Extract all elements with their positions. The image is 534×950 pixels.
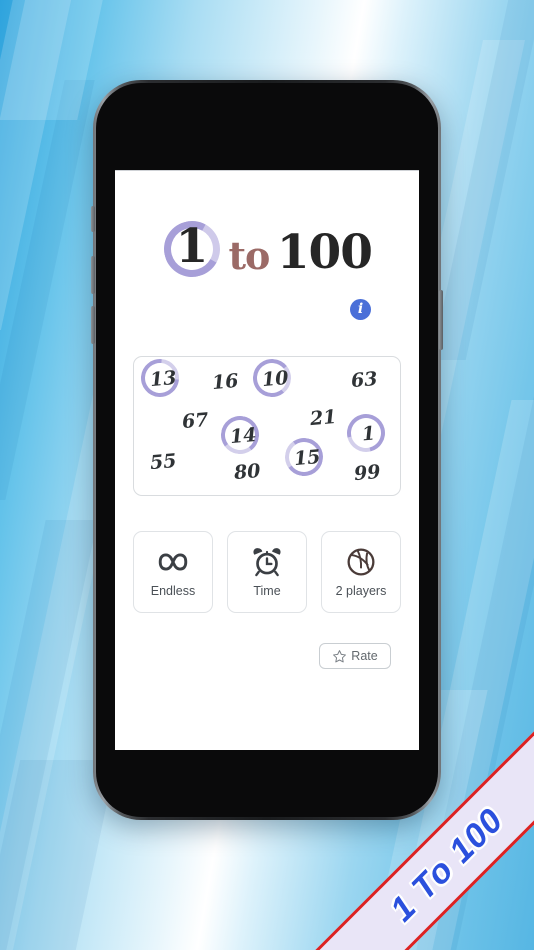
logo-area: 1 to 100 i — [115, 171, 419, 320]
info-icon[interactable]: i — [350, 299, 371, 320]
number-tile[interactable]: 63 — [350, 368, 378, 392]
number-tile[interactable]: 1 — [361, 422, 376, 445]
number-tile[interactable]: 14 — [229, 424, 257, 448]
logo-one-group: 1 — [157, 214, 227, 284]
endless-mode-label: Endless — [150, 583, 196, 598]
number-tile[interactable]: 10 — [261, 367, 289, 391]
star-icon — [333, 649, 347, 662]
number-tile[interactable]: 16 — [211, 370, 239, 394]
number-tile[interactable]: 21 — [309, 406, 337, 430]
number-tile[interactable]: 99 — [353, 461, 381, 485]
logo-text-one: 1 — [175, 219, 209, 274]
logo-text-hundred: 100 — [276, 224, 373, 280]
logo-text-to: to — [228, 233, 270, 278]
time-mode-button[interactable]: Time — [227, 531, 307, 613]
rate-button[interactable]: Rate — [319, 643, 391, 669]
two-players-mode-button[interactable]: 2 players — [321, 531, 401, 613]
app-screen: 1 to 100 i 13 16 10 63 67 21 14 1 55 80 15 99 Endle… — [115, 170, 419, 750]
alarm-clock-icon — [253, 547, 281, 576]
silent-switch[interactable] — [91, 206, 95, 232]
number-board: 13 16 10 63 67 21 14 1 55 80 15 99 — [133, 351, 401, 496]
app-screenshot: 1 to 100 i 13 16 10 63 67 21 14 1 55 80 15 99 Endle… — [0, 0, 534, 950]
ball-icon — [347, 548, 375, 575]
infinity-icon — [158, 553, 188, 570]
rate-button-label: Rate — [351, 649, 378, 663]
number-tile[interactable]: 80 — [233, 460, 261, 484]
volume-up-button[interactable] — [91, 256, 95, 294]
volume-down-button[interactable] — [91, 306, 95, 344]
mode-button-row: Endless Time 2 players — [133, 531, 401, 613]
number-tile[interactable]: 13 — [149, 367, 177, 391]
time-mode-label: Time — [253, 583, 281, 598]
number-tile[interactable]: 15 — [293, 446, 321, 470]
number-tile[interactable]: 55 — [149, 450, 177, 474]
two-players-mode-label: 2 players — [335, 583, 387, 598]
power-button[interactable] — [439, 290, 443, 350]
endless-mode-button[interactable]: Endless — [133, 531, 213, 613]
app-logo: 1 to 100 — [115, 214, 419, 284]
number-tile[interactable]: 67 — [181, 409, 209, 433]
